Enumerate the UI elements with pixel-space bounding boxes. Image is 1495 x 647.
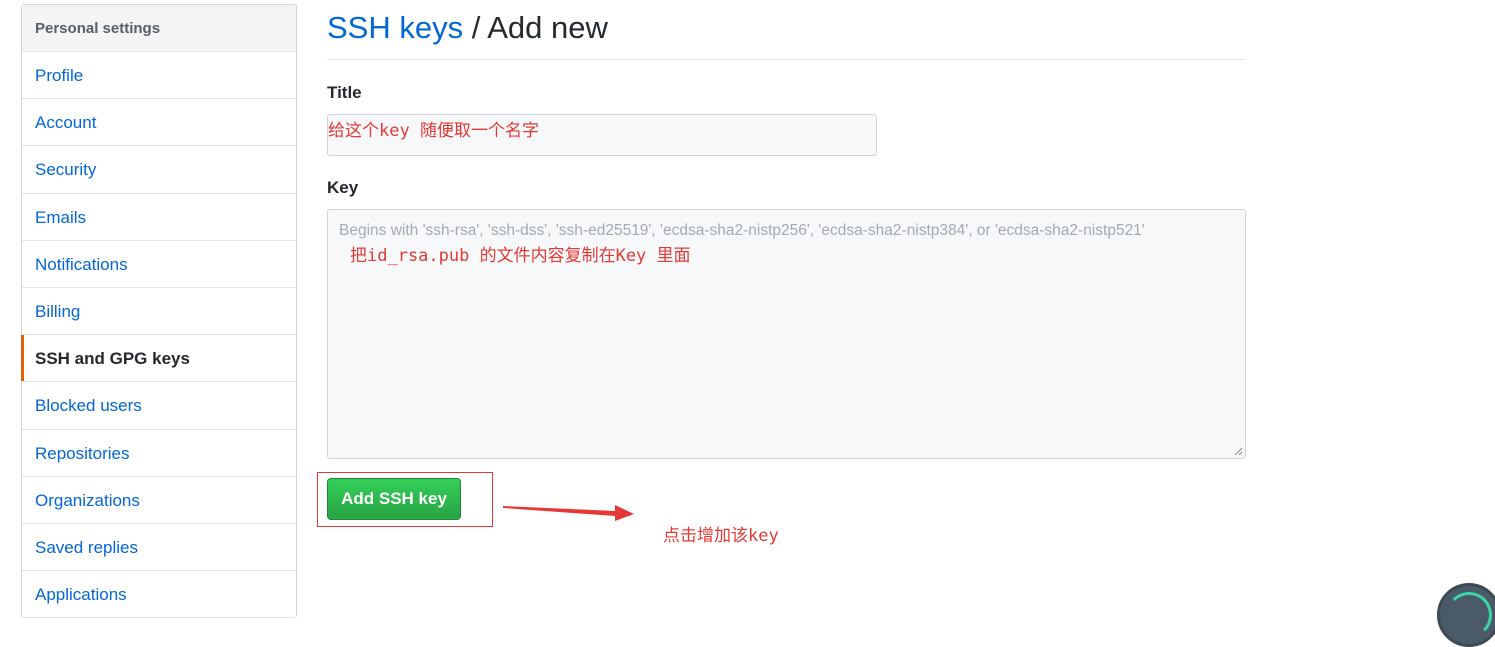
sidebar-item-ssh-gpg-keys[interactable]: SSH and GPG keys [21,335,296,383]
sidebar-item-repositories[interactable]: Repositories [22,430,296,477]
sidebar-item-emails[interactable]: Emails [22,194,296,241]
page-title: SSH keys / Add new [327,0,1245,60]
sidebar-item-billing[interactable]: Billing [22,288,296,336]
key-label: Key [327,178,359,197]
button-annotation: 点击增加该key [663,526,779,546]
add-ssh-key-button[interactable]: Add SSH key [327,478,461,520]
sidebar-item-applications[interactable]: Applications [22,571,296,619]
arrow-right-icon [503,505,634,521]
breadcrumb-current: Add new [487,10,608,45]
sidebar-item-profile[interactable]: Profile [22,52,296,100]
sidebar-item-organizations[interactable]: Organizations [22,477,296,524]
sidebar-item-blocked-users[interactable]: Blocked users [22,382,296,430]
breadcrumb-separator: / [463,10,488,45]
sidebar-item-saved-replies[interactable]: Saved replies [22,524,296,572]
spinner-icon [1437,583,1495,647]
sidebar-header: Personal settings [22,5,296,52]
title-label: Title [327,83,362,102]
sidebar-item-notifications[interactable]: Notifications [22,241,296,288]
settings-sidebar: Personal settings Profile Account Securi… [21,4,297,619]
sidebar-item-account[interactable]: Account [22,99,296,147]
resize-handle-icon[interactable] [1234,447,1243,456]
sidebar-item-security[interactable]: Security [22,146,296,194]
key-placeholder: Begins with 'ssh-rsa', 'ssh-dss', 'ssh-e… [339,222,1145,239]
main-content: SSH keys / Add new Title Key Begins with… [327,0,1246,459]
key-annotation: 把id_rsa.pub 的文件内容复制在Key 里面 [350,246,691,266]
breadcrumb-ssh-keys-link[interactable]: SSH keys [327,10,463,45]
title-annotation: 给这个key 随便取一个名字 [328,121,539,141]
